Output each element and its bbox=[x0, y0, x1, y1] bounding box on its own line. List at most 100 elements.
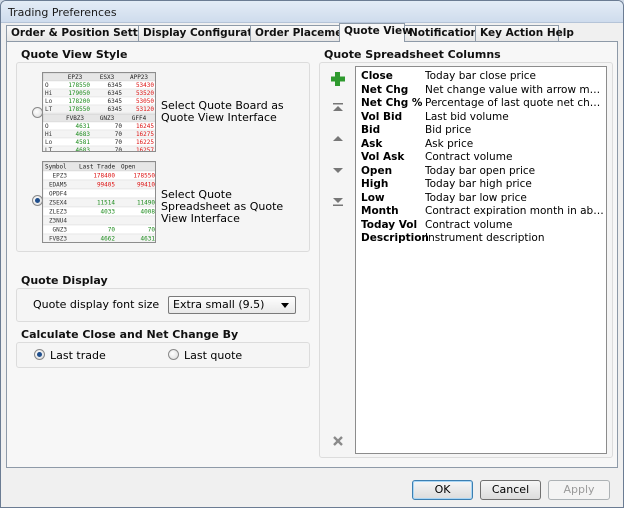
column-description: Percentage of last quote net change to .… bbox=[425, 97, 605, 109]
sheet-symbol: ZLEZ3 bbox=[49, 209, 67, 216]
add-icon bbox=[331, 72, 345, 86]
move-down-icon bbox=[333, 168, 343, 173]
board-value: 53120 bbox=[136, 106, 154, 113]
board-header: APP23 bbox=[130, 74, 148, 81]
ok-button[interactable]: OK bbox=[412, 480, 473, 500]
sheet-symbol: EDAM5 bbox=[49, 182, 67, 189]
sheet-symbol: OPDF4 bbox=[49, 191, 67, 198]
board-value: 4683 bbox=[76, 147, 91, 152]
column-description: Today bar low price bbox=[425, 191, 527, 204]
quote-spreadsheet-preview-graphic: Symbol Last Trade Open EPZ3 178400 178550 EDAM… bbox=[43, 162, 156, 243]
sheet-open: 4631 bbox=[141, 236, 156, 243]
quote-view-style-title: Quote View Style bbox=[21, 48, 128, 61]
quote-view-panel: Quote View Style EPZ3 ESX3 APP23 O 178550 634… bbox=[6, 41, 618, 468]
move-down-button[interactable] bbox=[329, 161, 347, 179]
last-trade-label: Last trade bbox=[50, 349, 106, 362]
spreadsheet-columns-title: Quote Spreadsheet Columns bbox=[324, 48, 501, 61]
move-up-button[interactable] bbox=[329, 130, 347, 148]
board-row-label: O bbox=[45, 123, 49, 130]
last-quote-label: Last quote bbox=[184, 349, 243, 362]
sheet-open: 99410 bbox=[137, 182, 155, 189]
move-top-icon bbox=[333, 103, 343, 111]
sheet-last-trade: 11514 bbox=[97, 200, 115, 207]
column-description: Ask price bbox=[425, 137, 474, 150]
column-name: Low bbox=[361, 191, 385, 204]
board-row-label: Lo bbox=[45, 139, 53, 146]
sheet-symbol: FVBZ3 bbox=[49, 236, 67, 243]
board-row-label: LT bbox=[45, 106, 53, 113]
move-bottom-button[interactable] bbox=[329, 192, 347, 210]
sheet-symbol: EPZ3 bbox=[53, 173, 68, 180]
board-value: 16275 bbox=[136, 131, 154, 138]
quote-spreadsheet-preview: Symbol Last Trade Open EPZ3 178400 178550 EDAM… bbox=[42, 161, 156, 243]
tab-display-configuration[interactable]: Display Configuration bbox=[138, 25, 271, 41]
board-header: ESX3 bbox=[100, 74, 115, 81]
board-value: 178200 bbox=[68, 98, 90, 105]
tab-notifications[interactable]: Notifications bbox=[404, 25, 484, 41]
remove-icon bbox=[333, 436, 343, 446]
window-title: Trading Preferences bbox=[8, 6, 117, 19]
quote-board-preview-graphic: EPZ3 ESX3 APP23 O 178550 6345 53430 Hi 179050 634… bbox=[43, 73, 155, 152]
quote-spreadsheet-option-label: Select Quote Spreadsheet as Quote View I… bbox=[161, 188, 284, 225]
move-top-button[interactable] bbox=[329, 99, 347, 117]
sheet-last-trade: 99405 bbox=[97, 182, 115, 189]
board-header: GNZ3 bbox=[100, 115, 115, 122]
board-value: 53050 bbox=[136, 98, 154, 105]
tab-quote-view[interactable]: Quote View bbox=[339, 23, 412, 42]
board-value: 178550 bbox=[68, 82, 90, 89]
column-description: Today bar high price bbox=[425, 178, 532, 190]
column-name: Bid bbox=[361, 124, 381, 136]
chevron-down-icon bbox=[281, 303, 289, 308]
quote-board-option-label: Select Quote Board as Quote View Interfa… bbox=[161, 99, 284, 124]
board-row-label: Hi bbox=[45, 90, 53, 97]
board-header: GFF4 bbox=[132, 115, 147, 122]
column-name: Net Chg % bbox=[361, 97, 423, 109]
tab-order-position-settings[interactable]: Order & Position Settings bbox=[6, 25, 163, 41]
board-row-label: Lo bbox=[45, 98, 53, 105]
sheet-header: Open bbox=[121, 164, 136, 171]
column-description: Contract expiration month in abbreviate.… bbox=[425, 205, 605, 217]
column-description: Contract volume bbox=[425, 218, 513, 231]
board-value: 53520 bbox=[136, 90, 154, 97]
board-value: 6345 bbox=[108, 106, 123, 113]
quote-display-title: Quote Display bbox=[21, 274, 108, 287]
sheet-last-trade: 4033 bbox=[101, 209, 116, 216]
column-description: Today bar open price bbox=[425, 164, 536, 177]
board-value: 16225 bbox=[136, 139, 154, 146]
last-trade-radio[interactable] bbox=[34, 349, 45, 360]
sheet-symbol: Z3NU4 bbox=[49, 218, 67, 225]
calculate-title: Calculate Close and Net Change By bbox=[21, 328, 239, 341]
move-up-icon bbox=[333, 136, 343, 141]
tab-key-action-help[interactable]: Key Action Help bbox=[475, 25, 574, 41]
title-bar: Trading Preferences bbox=[1, 1, 623, 23]
board-row-label: Hi bbox=[45, 131, 53, 138]
apply-button[interactable]: Apply bbox=[548, 480, 610, 500]
add-column-button[interactable] bbox=[329, 70, 347, 88]
sheet-last-trade: 178400 bbox=[93, 173, 115, 180]
board-row-label: LT bbox=[45, 147, 53, 152]
trading-preferences-window: Trading Preferences Order & Position Set… bbox=[0, 0, 624, 508]
board-value: 70 bbox=[115, 147, 123, 152]
column-name: Month bbox=[361, 205, 399, 217]
cancel-button[interactable]: Cancel bbox=[480, 480, 541, 500]
sheet-symbol: GNZ3 bbox=[53, 227, 68, 234]
column-name: High bbox=[361, 178, 389, 190]
board-value: 70 bbox=[115, 131, 123, 138]
tab-order-placement[interactable]: Order Placement bbox=[250, 25, 355, 41]
quote-board-preview: EPZ3 ESX3 APP23 O 178550 6345 53430 Hi 179050 634… bbox=[42, 72, 156, 152]
font-size-select[interactable]: Extra small (9.5) bbox=[168, 296, 296, 314]
board-value: 4631 bbox=[76, 123, 91, 130]
sheet-symbol: ZSEX4 bbox=[49, 200, 67, 207]
column-description: Last bid volume bbox=[425, 110, 509, 123]
column-name: Close bbox=[361, 70, 393, 82]
remove-column-button[interactable] bbox=[329, 432, 347, 450]
columns-list[interactable]: Close Today bar close price Net Chg Net cha… bbox=[355, 66, 607, 454]
column-description: Today bar close price bbox=[425, 70, 536, 82]
font-size-label: Quote display font size bbox=[33, 298, 160, 311]
board-value: 70 bbox=[115, 123, 123, 130]
column-description: Net change value with arrow mark bbox=[425, 83, 605, 96]
last-quote-radio[interactable] bbox=[168, 349, 179, 360]
column-name: Net Chg bbox=[361, 83, 409, 96]
sheet-last-trade: 70 bbox=[108, 227, 116, 234]
board-value: 179050 bbox=[68, 90, 90, 97]
